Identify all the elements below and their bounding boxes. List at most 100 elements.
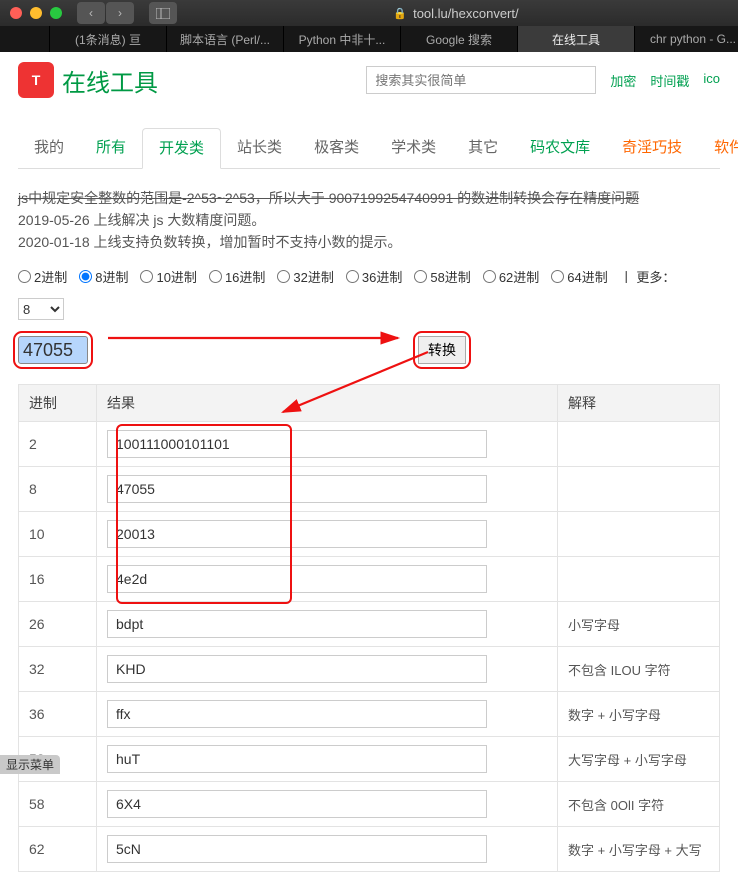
quick-link[interactable]: 加密 bbox=[610, 71, 636, 90]
url-text: tool.lu/hexconvert/ bbox=[413, 6, 519, 21]
nav-forward-button[interactable]: › bbox=[106, 2, 134, 24]
base-cell: 36 bbox=[19, 692, 97, 737]
radix-option[interactable]: 16进制 bbox=[209, 267, 265, 286]
radix-radio-group: 2进制 8进制 10进制 16进制 32进制 36进制 58进制 62进制 64… bbox=[18, 267, 720, 320]
table-row: 10 bbox=[19, 512, 720, 557]
base-cell: 62 bbox=[19, 827, 97, 872]
nav-back-button[interactable]: ‹ bbox=[77, 2, 105, 24]
quick-link[interactable]: 时间戳 bbox=[650, 71, 689, 90]
explain-cell bbox=[558, 467, 720, 512]
result-cell bbox=[97, 692, 558, 737]
table-row: 32 不包含 ILOU 字符 bbox=[19, 647, 720, 692]
explain-cell bbox=[558, 557, 720, 602]
site-logo-icon: T bbox=[18, 62, 54, 98]
radix-option[interactable]: 36进制 bbox=[346, 267, 402, 286]
table-row: 36 数字 + 小写字母 bbox=[19, 692, 720, 737]
site-brand[interactable]: T 在线工具 bbox=[18, 62, 158, 98]
address-bar[interactable]: 🔒 tool.lu/hexconvert/ bbox=[184, 6, 728, 21]
result-cell bbox=[97, 602, 558, 647]
explain-cell bbox=[558, 512, 720, 557]
browser-tab[interactable]: chr python - G... bbox=[635, 26, 738, 52]
tab-other[interactable]: 其它 bbox=[452, 128, 514, 168]
tab-dev[interactable]: 开发类 bbox=[142, 128, 221, 169]
radix-option[interactable]: 8进制 bbox=[79, 267, 128, 286]
result-cell bbox=[97, 512, 558, 557]
base-cell: 16 bbox=[19, 557, 97, 602]
browser-tab-strip: (1条消息) 亘 脚本语言 (Perl/... Python 中非十... Go… bbox=[0, 26, 738, 52]
radix-option[interactable]: 2进制 bbox=[18, 267, 67, 286]
table-row: 52大写字母 + 小写字母 bbox=[19, 737, 720, 782]
browser-tab[interactable]: Google 搜索 bbox=[401, 26, 518, 52]
description-block: js中规定安全整数的范围是-2^53~2^53，所以大于 90071992547… bbox=[18, 187, 720, 253]
tab-software[interactable]: 软件推 bbox=[698, 128, 738, 168]
minimize-window-button[interactable] bbox=[30, 7, 42, 19]
result-field[interactable] bbox=[107, 745, 487, 773]
result-cell bbox=[97, 557, 558, 602]
tab-geek[interactable]: 极客类 bbox=[298, 128, 375, 168]
result-field[interactable] bbox=[107, 565, 487, 593]
radix-option[interactable]: 62进制 bbox=[483, 267, 539, 286]
radix-more-select[interactable]: 8 bbox=[18, 298, 64, 320]
quick-links: 加密 时间戳 ico bbox=[610, 71, 720, 90]
explain-cell bbox=[558, 422, 720, 467]
result-field[interactable] bbox=[107, 430, 487, 458]
explain-cell: 不包含 ILOU 字符 bbox=[558, 647, 720, 692]
result-field[interactable] bbox=[107, 520, 487, 548]
browser-tab[interactable]: (1条消息) 亘 bbox=[50, 26, 167, 52]
tab-tricks[interactable]: 奇淫巧技 bbox=[606, 128, 698, 168]
result-field[interactable] bbox=[107, 790, 487, 818]
convert-button[interactable]: 转换 bbox=[418, 336, 466, 364]
tab-mine[interactable]: 我的 bbox=[18, 128, 80, 168]
result-cell bbox=[97, 737, 558, 782]
site-search-input[interactable] bbox=[366, 66, 596, 94]
tab-all[interactable]: 所有 bbox=[80, 128, 142, 168]
browser-tab[interactable]: 在线工具 bbox=[518, 26, 635, 52]
mac-titlebar: ‹ › 🔒 tool.lu/hexconvert/ bbox=[0, 0, 738, 26]
desc-line-deprecated: js中规定安全整数的范围是-2^53~2^53，所以大于 90071992547… bbox=[18, 187, 720, 209]
explain-cell: 数字 + 小写字母 bbox=[558, 692, 720, 737]
base-cell: 58 bbox=[19, 782, 97, 827]
result-cell bbox=[97, 467, 558, 512]
explain-cell: 大写字母 + 小写字母 bbox=[558, 737, 720, 782]
result-cell bbox=[97, 782, 558, 827]
base-cell: 10 bbox=[19, 512, 97, 557]
status-badge[interactable]: 显示菜单 bbox=[0, 755, 60, 774]
explain-cell: 小写字母 bbox=[558, 602, 720, 647]
base-cell: 26 bbox=[19, 602, 97, 647]
radix-option[interactable]: 10进制 bbox=[140, 267, 196, 286]
sidebar-toggle-button[interactable] bbox=[149, 2, 177, 24]
result-cell bbox=[97, 827, 558, 872]
category-tabs: 我的 所有 开发类 站长类 极客类 学术类 其它 码农文库 奇淫巧技 软件推 bbox=[18, 128, 720, 169]
result-field[interactable] bbox=[107, 610, 487, 638]
browser-tab[interactable]: Python 中非十... bbox=[284, 26, 401, 52]
radix-option[interactable]: 58进制 bbox=[414, 267, 470, 286]
table-row: 16 bbox=[19, 557, 720, 602]
table-row: 62 数字 + 小写字母 + 大写 bbox=[19, 827, 720, 872]
explain-cell: 不包含 0OlI 字符 bbox=[558, 782, 720, 827]
close-window-button[interactable] bbox=[10, 7, 22, 19]
result-field[interactable] bbox=[107, 700, 487, 728]
result-field[interactable] bbox=[107, 655, 487, 683]
base-cell: 32 bbox=[19, 647, 97, 692]
explain-cell: 数字 + 小写字母 + 大写 bbox=[558, 827, 720, 872]
traffic-lights bbox=[10, 7, 62, 19]
desc-line: 2020-01-18 上线支持负数转换，增加暂时不支持小数的提示。 bbox=[18, 231, 720, 253]
number-input[interactable] bbox=[18, 336, 88, 364]
lock-icon: 🔒 bbox=[393, 7, 407, 20]
result-field[interactable] bbox=[107, 835, 487, 863]
tab-library[interactable]: 码农文库 bbox=[514, 128, 606, 168]
tab-webmaster[interactable]: 站长类 bbox=[221, 128, 298, 168]
result-cell bbox=[97, 422, 558, 467]
radix-option[interactable]: 64进制 bbox=[551, 267, 607, 286]
browser-tab-overflow[interactable] bbox=[0, 26, 50, 52]
radix-option[interactable]: 32进制 bbox=[277, 267, 333, 286]
radix-more-label: 丨 更多： bbox=[620, 267, 676, 286]
result-field[interactable] bbox=[107, 475, 487, 503]
result-cell bbox=[97, 647, 558, 692]
maximize-window-button[interactable] bbox=[50, 7, 62, 19]
tab-academic[interactable]: 学术类 bbox=[375, 128, 452, 168]
table-row: 8 bbox=[19, 467, 720, 512]
quick-link[interactable]: ico bbox=[703, 71, 720, 90]
col-explain: 解释 bbox=[558, 385, 720, 422]
browser-tab[interactable]: 脚本语言 (Perl/... bbox=[167, 26, 284, 52]
